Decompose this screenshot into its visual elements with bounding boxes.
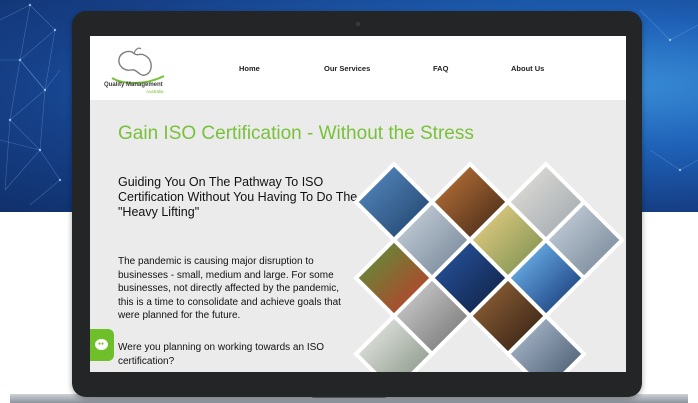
- chat-dots-icon: ●●: [98, 341, 105, 347]
- nav-our-services[interactable]: Our Services: [324, 64, 370, 73]
- nav-faq[interactable]: FAQ: [433, 64, 448, 73]
- laptop-bezel: Quality Management Australia Home Our Se…: [72, 11, 642, 397]
- nav-about-us[interactable]: About Us: [511, 64, 544, 73]
- site-header: Quality Management Australia Home Our Se…: [90, 36, 626, 100]
- hero-title: Gain ISO Certification - Without the Str…: [118, 123, 474, 144]
- hero-paragraph: The pandemic is causing major disruption…: [118, 256, 341, 321]
- hero-subhead: Guiding You On The Pathway To ISO Certif…: [118, 175, 358, 219]
- image-collage: [353, 161, 625, 372]
- logo-name: Quality Management: [104, 82, 163, 88]
- nav-home[interactable]: Home: [239, 64, 260, 73]
- laptop-screen: Quality Management Australia Home Our Se…: [90, 36, 626, 372]
- hero-question: Were you planning on working towards an …: [118, 342, 325, 367]
- logo-subtitle: Australia: [146, 89, 164, 94]
- camera-icon: [356, 22, 360, 26]
- chat-button[interactable]: ●●: [90, 329, 114, 361]
